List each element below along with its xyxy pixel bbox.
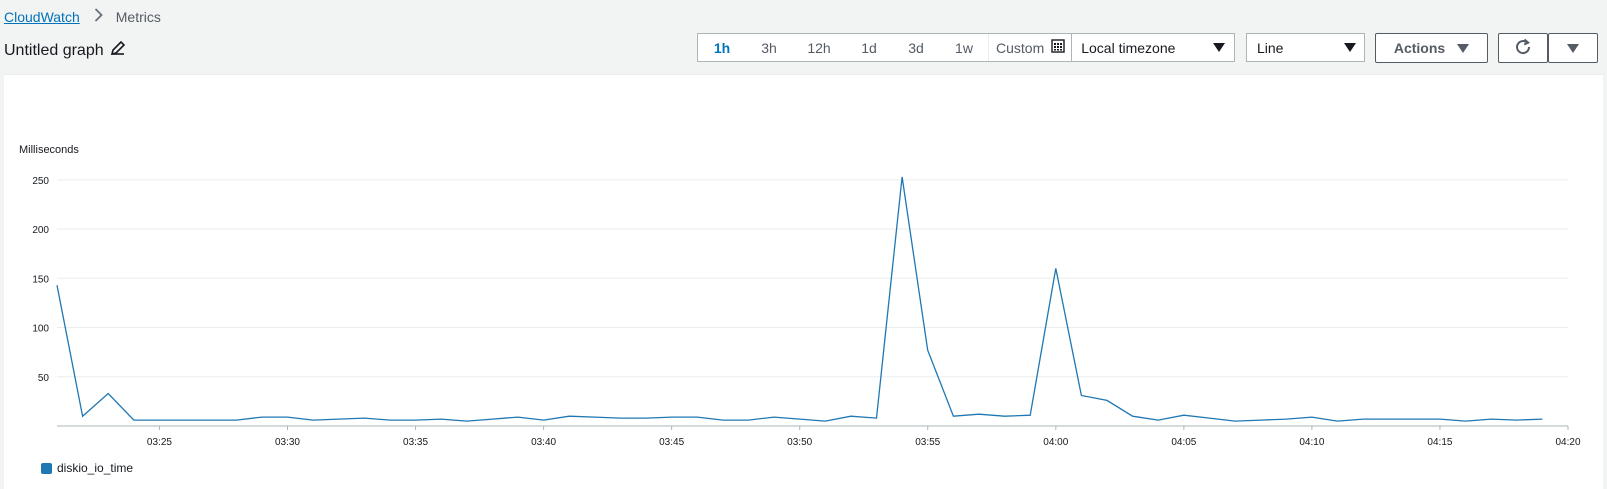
line-chart: Milliseconds 50 100 150 200 250 03:25 03:30 03…	[19, 144, 1581, 448]
x-tick-label: 03:50	[787, 437, 812, 448]
legend-swatch	[41, 462, 52, 474]
y-tick-label: 50	[38, 373, 50, 384]
x-tick-label: 03:45	[659, 437, 684, 448]
x-tick-label: 03:35	[403, 437, 428, 448]
x-tick-label: 03:40	[531, 437, 556, 448]
x-tick-label: 03:55	[915, 437, 940, 448]
y-tick-label: 100	[32, 324, 49, 335]
x-tick-label: 04:05	[1171, 437, 1196, 448]
x-tick-label: 04:15	[1427, 437, 1452, 448]
x-tick-label: 03:25	[147, 437, 172, 448]
x-tick-label: 03:30	[275, 437, 300, 448]
chart-legend[interactable]: diskio_io_time	[41, 461, 133, 475]
series-line-diskio_io_time	[56, 176, 1543, 422]
x-tick-label: 04:20	[1555, 437, 1580, 448]
legend-label: diskio_io_time	[57, 461, 134, 475]
x-tick-label: 04:00	[1043, 437, 1068, 448]
y-tick-label: 200	[32, 225, 49, 236]
y-tick-label: 150	[32, 274, 49, 285]
y-axis-label: Milliseconds	[19, 144, 79, 156]
x-tick-label: 04:10	[1299, 437, 1324, 448]
y-tick-label: 250	[32, 176, 49, 187]
